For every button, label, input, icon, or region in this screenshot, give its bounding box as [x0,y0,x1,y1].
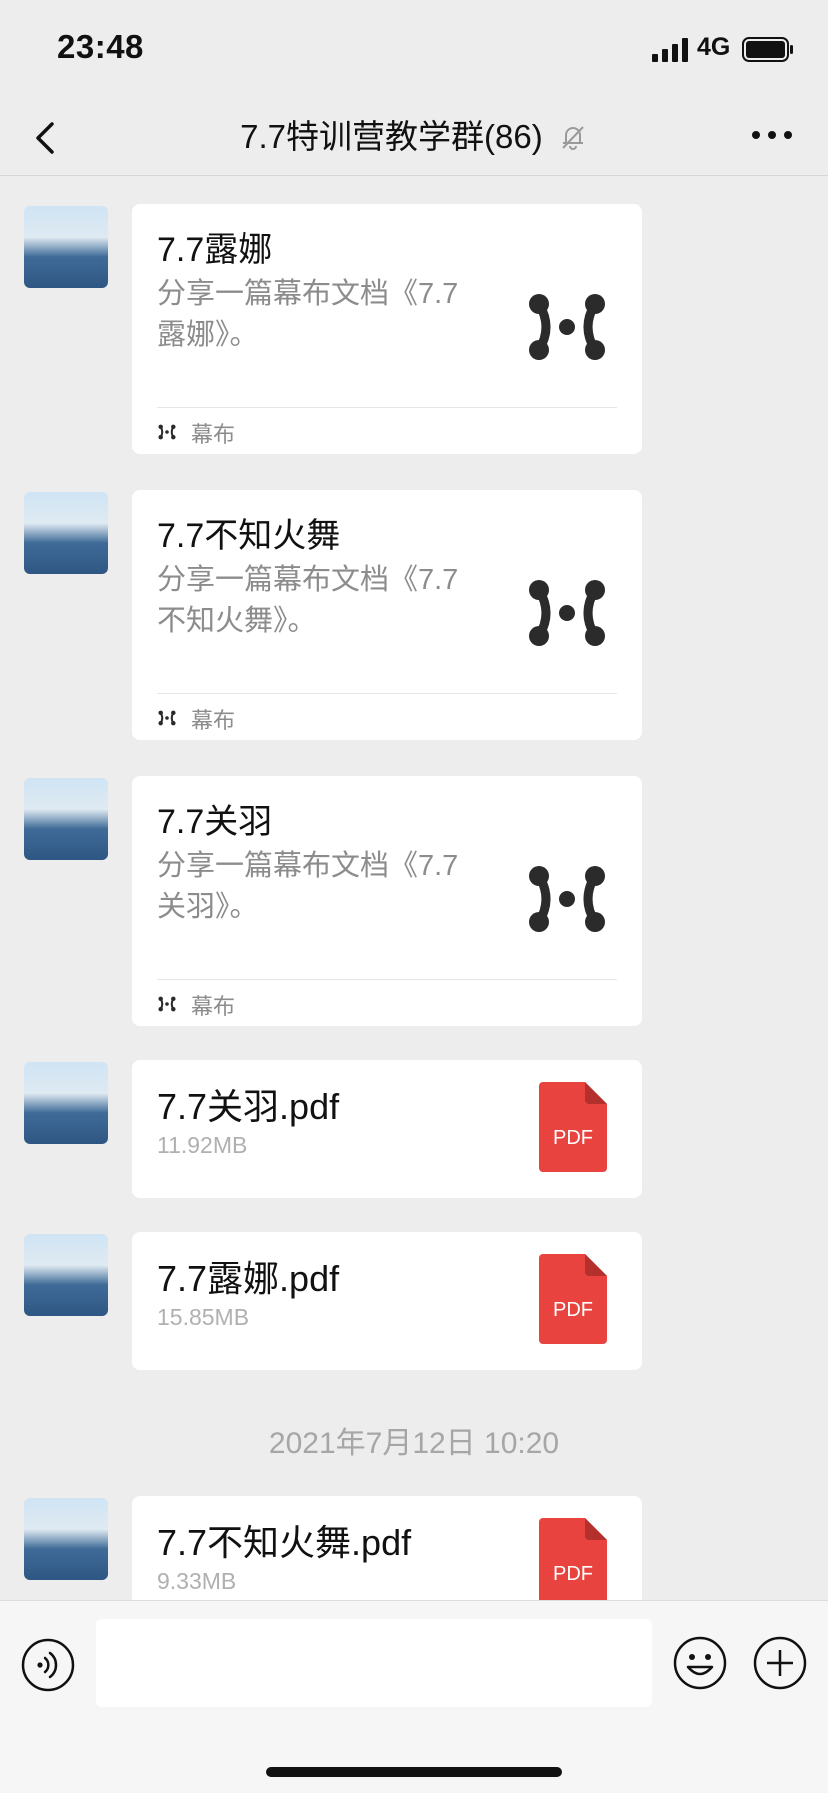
status-bar: 23:48 4G [0,0,828,100]
share-card[interactable]: 7.7关羽 分享一篇幕布文档《7.7关羽》。 幕布 [132,776,642,1026]
home-indicator [266,1767,562,1777]
file-size: 11.92MB [157,1132,248,1158]
card-source: 幕布 [191,708,236,733]
mubu-small-icon [158,424,176,440]
card-description: 分享一篇幕布文档《7.7露娜》。 [157,278,459,351]
divider [157,407,617,408]
file-card[interactable]: 7.7不知火舞.pdf 9.33MB PDF [132,1496,642,1600]
message-row: 7.7关羽.pdf 11.92MB PDF [0,1060,828,1198]
file-card[interactable]: 7.7露娜.pdf 15.85MB PDF [132,1232,642,1370]
signal-icon [652,38,688,62]
card-title: 7.7不知火舞 [157,517,341,555]
card-description: 分享一篇幕布文档《7.7不知火舞》。 [157,564,459,637]
avatar[interactable] [24,1498,108,1580]
card-title: 7.7露娜 [157,231,273,269]
pdf-file-icon: PDF [539,1254,607,1344]
file-name: 7.7关羽.pdf [157,1086,340,1127]
avatar[interactable] [24,1062,108,1144]
mubu-small-icon [158,996,176,1012]
mubu-logo-icon [527,578,607,648]
avatar[interactable] [24,492,108,574]
plus-icon[interactable] [752,1635,808,1691]
mute-bell-icon [562,126,584,150]
avatar[interactable] [24,1234,108,1316]
file-size: 15.85MB [157,1304,250,1330]
share-card[interactable]: 7.7不知火舞 分享一篇幕布文档《7.7不知火舞》。 幕布 [132,490,642,740]
pdf-icon-label: PDF [553,1299,593,1321]
card-source: 幕布 [191,422,236,447]
divider [157,693,617,694]
nav-bar: 7.7特训营教学群(86) [0,100,828,176]
file-card[interactable]: 7.7关羽.pdf 11.92MB PDF [132,1060,642,1198]
card-source: 幕布 [191,994,236,1019]
chat-title-text: 7.7特训营教学群(86) [240,118,543,155]
share-card[interactable]: 7.7露娜 分享一篇幕布文档《7.7露娜》。 幕布 [132,204,642,454]
message-row: 7.7露娜 分享一篇幕布文档《7.7露娜》。 幕布 [0,204,828,454]
pdf-icon-label: PDF [553,1127,593,1149]
voice-icon[interactable] [20,1637,76,1693]
divider [157,979,617,980]
message-row: 7.7关羽 分享一篇幕布文档《7.7关羽》。 幕布 [0,776,828,1026]
message-row: 7.7不知火舞.pdf 9.33MB PDF [0,1496,828,1600]
pdf-file-icon: PDF [539,1082,607,1172]
more-icon[interactable] [748,120,796,150]
card-title: 7.7关羽 [157,803,273,841]
mubu-logo-icon [527,864,607,934]
pdf-file-icon: PDF [539,1518,607,1600]
status-time: 23:48 [57,28,144,65]
chat-title: 7.7特训营教学群(86) [0,110,828,158]
battery-icon [742,37,793,62]
file-size: 9.33MB [157,1568,237,1594]
avatar[interactable] [24,206,108,288]
avatar[interactable] [24,778,108,860]
pdf-icon-label: PDF [553,1563,593,1585]
emoji-icon[interactable] [672,1635,728,1691]
message-row: 7.7露娜.pdf 15.85MB PDF [0,1232,828,1370]
chat-timestamp: 2021年7月12日 10:20 [268,1427,560,1460]
mubu-logo-icon [527,292,607,362]
network-label: 4G [697,33,731,61]
input-bar [0,1600,828,1793]
card-description: 分享一篇幕布文档《7.7关羽》。 [157,850,459,923]
file-name: 7.7露娜.pdf [157,1258,340,1299]
message-row: 7.7不知火舞 分享一篇幕布文档《7.7不知火舞》。 幕布 [0,490,828,740]
mubu-small-icon [158,710,176,726]
message-input[interactable] [96,1619,652,1707]
file-name: 7.7不知火舞.pdf [157,1522,412,1563]
